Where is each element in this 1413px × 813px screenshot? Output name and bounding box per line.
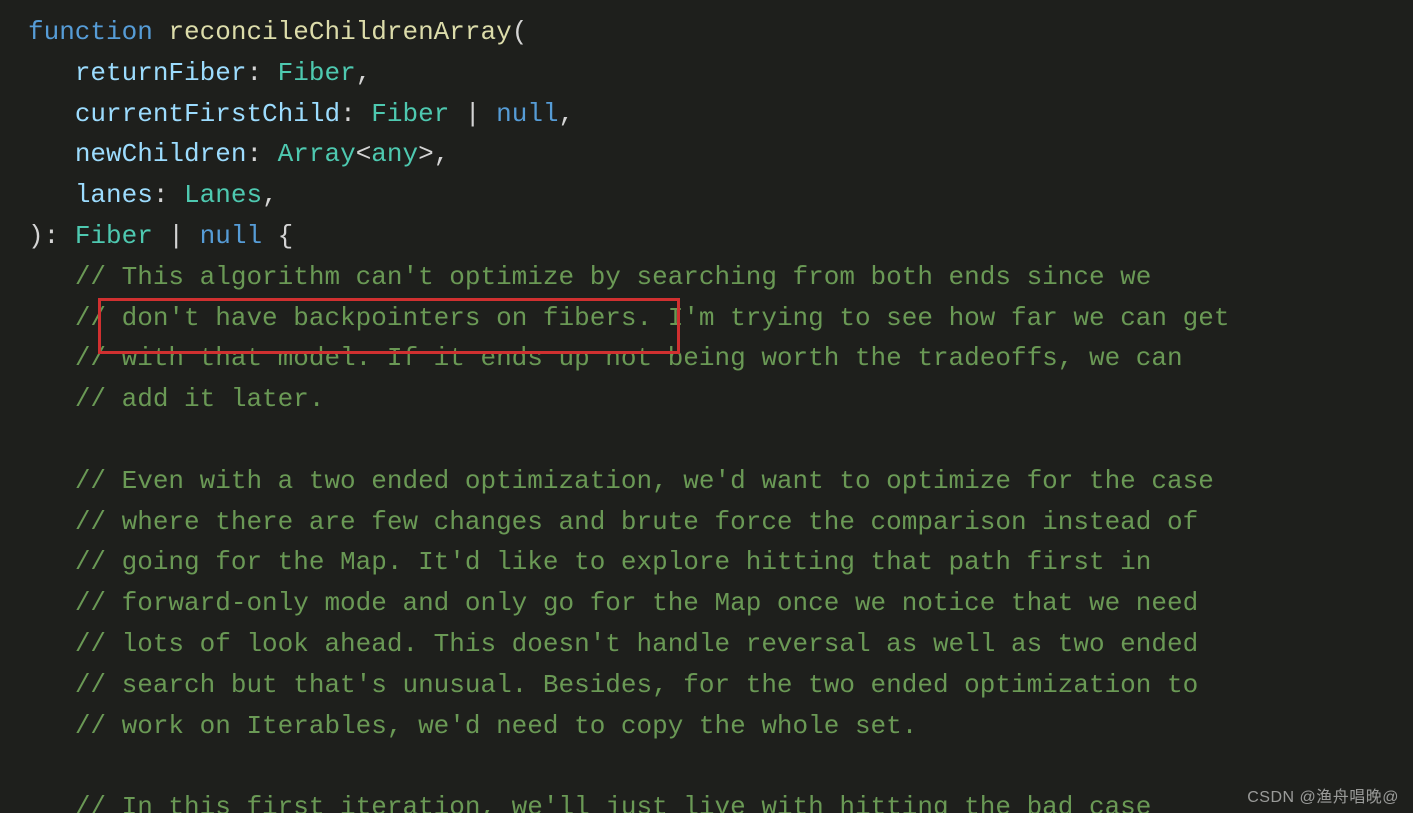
watermark: CSDN @渔舟唱晚@ [1247, 783, 1399, 807]
type-fiber: Fiber [278, 58, 356, 88]
paren-open: ( [512, 17, 528, 47]
param-newChildren: newChildren [75, 139, 247, 169]
keyword-function: function [28, 17, 153, 47]
comment-line: // lots of look ahead. This doesn't hand… [75, 629, 1198, 659]
param-lanes: lanes [75, 180, 153, 210]
param-currentFirstChild: currentFirstChild [75, 99, 340, 129]
code-block: function reconcileChildrenArray( returnF… [0, 0, 1413, 813]
comment-line: // Even with a two ended optimization, w… [75, 466, 1214, 496]
highlighted-comment: don't have backpointers on fibers. [122, 303, 653, 333]
comment-line: // search but that's unusual. Besides, f… [75, 670, 1198, 700]
comment-line: // forward-only mode and only go for the… [75, 588, 1198, 618]
comment-line: // going for the Map. It'd like to explo… [75, 547, 1152, 577]
comment-line: // In this first iteration, we'll just l… [75, 792, 1152, 813]
function-name: reconcileChildrenArray [168, 17, 511, 47]
param-returnFiber: returnFiber [75, 58, 247, 88]
comment-line: // with that model. If it ends up not be… [75, 343, 1183, 373]
comment-line: // This algorithm can't optimize by sear… [75, 262, 1152, 292]
comment-line: // add it later. [75, 384, 325, 414]
comment-line: // where there are few changes and brute… [75, 507, 1198, 537]
comment-line: // work on Iterables, we'd need to copy … [75, 711, 918, 741]
